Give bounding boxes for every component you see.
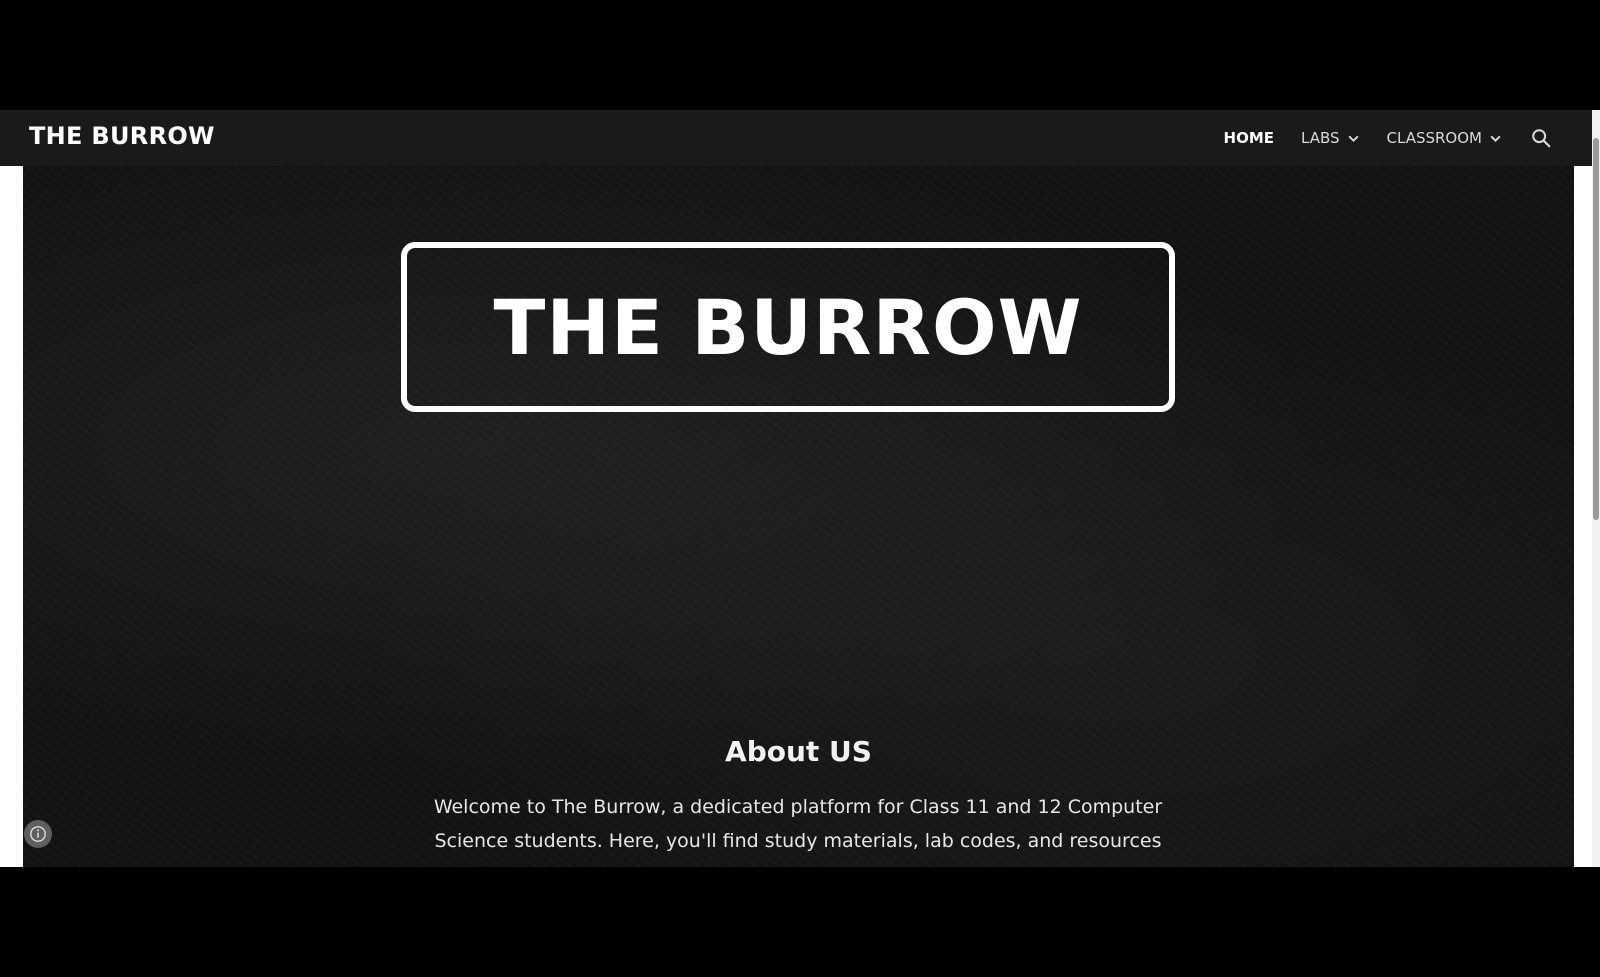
nav-item-labs[interactable]: LABS bbox=[1301, 129, 1360, 147]
scrollbar[interactable] bbox=[1592, 110, 1600, 867]
search-icon[interactable] bbox=[1530, 127, 1552, 149]
nav-item-label: CLASSROOM bbox=[1386, 129, 1482, 147]
scrollbar-thumb[interactable] bbox=[1593, 138, 1599, 520]
letterbox-top bbox=[0, 0, 1600, 110]
browser-viewport: THE BURROW HOME LABS CLASSROOM THE BURRO… bbox=[0, 110, 1600, 867]
hero-title: THE BURROW bbox=[493, 282, 1083, 372]
nav-item-label: LABS bbox=[1301, 129, 1340, 147]
info-button[interactable] bbox=[24, 820, 52, 848]
nav-menu: HOME LABS CLASSROOM bbox=[1197, 110, 1552, 166]
letterbox-bottom bbox=[0, 867, 1600, 977]
about-text: Welcome to The Burrow, a dedicated platf… bbox=[433, 796, 1163, 867]
nav-item-home[interactable]: HOME bbox=[1224, 129, 1274, 147]
nav-item-classroom[interactable]: CLASSROOM bbox=[1387, 129, 1502, 147]
info-icon bbox=[30, 826, 46, 842]
chevron-down-icon[interactable] bbox=[1489, 132, 1502, 145]
about-heading: About US bbox=[725, 735, 872, 768]
hero-title-frame: THE BURROW bbox=[401, 242, 1175, 412]
nav-item-label: HOME bbox=[1223, 129, 1275, 147]
chevron-down-icon[interactable] bbox=[1347, 132, 1360, 145]
hero-section: THE BURROW About US Welcome to The Burro… bbox=[23, 166, 1574, 867]
site-brand[interactable]: THE BURROW bbox=[29, 122, 215, 150]
site-header: THE BURROW HOME LABS CLASSROOM bbox=[0, 110, 1592, 166]
